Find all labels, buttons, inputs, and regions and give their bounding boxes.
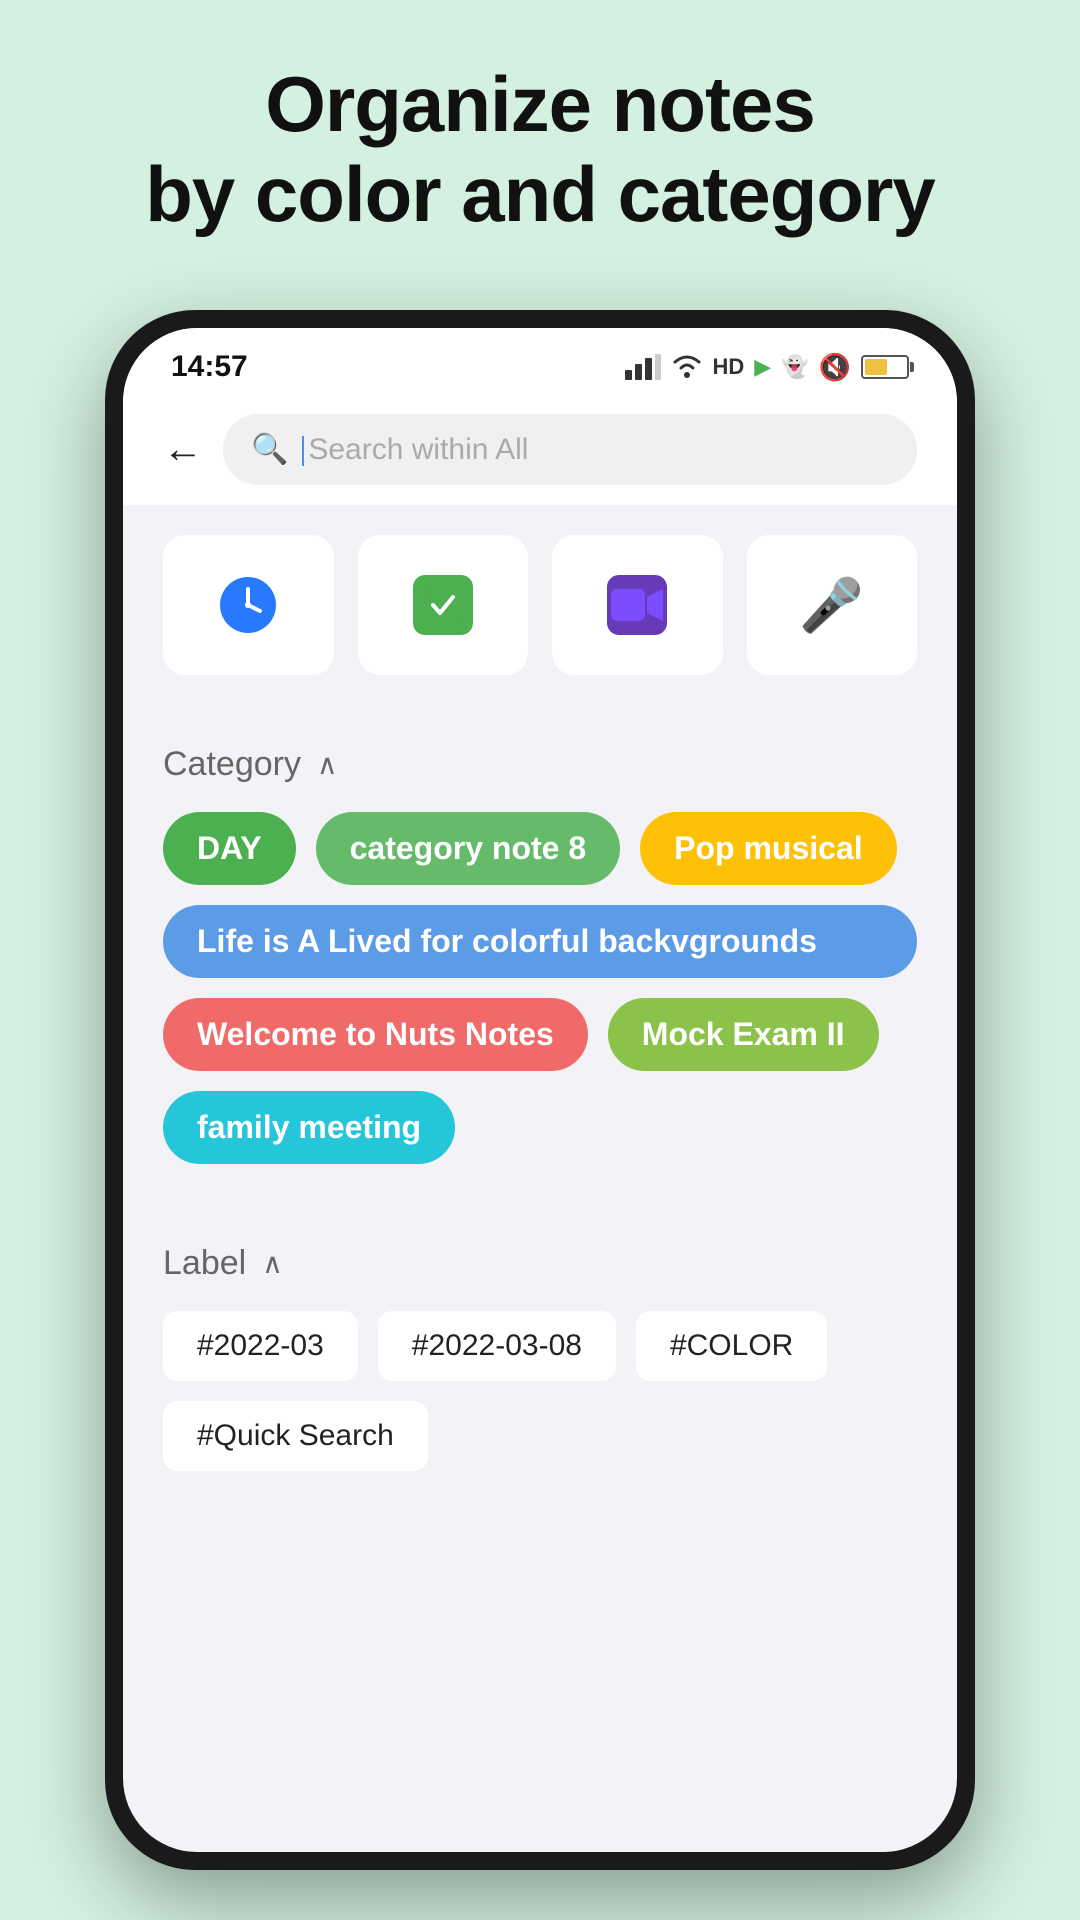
quick-icon-mic[interactable]: 🎤 bbox=[747, 535, 918, 675]
video-icon bbox=[607, 575, 667, 635]
label-tags: #2022-03 #2022-03-08 #COLOR #Quick Searc… bbox=[163, 1311, 917, 1471]
page-header: Organize notes by color and category bbox=[0, 0, 1080, 279]
signal-icon bbox=[625, 354, 661, 380]
cursor bbox=[302, 436, 304, 466]
label-chevron-icon[interactable]: ∧ bbox=[262, 1247, 283, 1280]
label-header: Label ∧ bbox=[163, 1244, 917, 1283]
mic-icon: 🎤 bbox=[799, 575, 864, 636]
category-chevron-icon[interactable]: ∧ bbox=[317, 748, 338, 781]
back-button[interactable]: ← bbox=[163, 427, 203, 472]
battery-icon bbox=[861, 355, 909, 379]
hd-label: HD bbox=[713, 354, 745, 380]
category-tag-welcome[interactable]: Welcome to Nuts Notes bbox=[163, 998, 588, 1071]
phone-screen: 14:57 HD ▶ bbox=[123, 328, 957, 1852]
search-bar-row: ← 🔍 Search within All bbox=[123, 394, 957, 505]
category-tag-family[interactable]: family meeting bbox=[163, 1091, 455, 1164]
search-input[interactable]: Search within All bbox=[302, 433, 889, 467]
header-line2: by color and category bbox=[145, 150, 935, 238]
status-bar: 14:57 HD ▶ bbox=[123, 328, 957, 394]
clock-icon bbox=[218, 575, 278, 635]
label-title: Label bbox=[163, 1244, 246, 1283]
search-icon: 🔍 bbox=[251, 432, 288, 467]
phone-frame: 14:57 HD ▶ bbox=[105, 310, 975, 1870]
task-icon bbox=[413, 575, 473, 635]
wifi-icon bbox=[671, 354, 703, 380]
search-bar[interactable]: 🔍 Search within All bbox=[223, 414, 917, 485]
category-title: Category bbox=[163, 745, 301, 784]
category-section: Category ∧ DAY category note 8 Pop music… bbox=[123, 725, 957, 1184]
category-tag-pop[interactable]: Pop musical bbox=[640, 812, 897, 885]
quick-icon-video[interactable] bbox=[552, 535, 723, 675]
play-icon: ▶ bbox=[754, 354, 771, 380]
category-tag-mock[interactable]: Mock Exam II bbox=[608, 998, 879, 1071]
label-tag-quick-search[interactable]: #Quick Search bbox=[163, 1401, 428, 1471]
label-tag-color[interactable]: #COLOR bbox=[636, 1311, 827, 1381]
category-tag-life[interactable]: Life is A Lived for colorful backvground… bbox=[163, 905, 917, 978]
category-tag-day[interactable]: DAY bbox=[163, 812, 296, 885]
status-time: 14:57 bbox=[171, 350, 248, 384]
label-tag-2022-03[interactable]: #2022-03 bbox=[163, 1311, 358, 1381]
label-section: Label ∧ #2022-03 #2022-03-08 #COLOR #Qui… bbox=[123, 1224, 957, 1481]
status-icons: HD ▶ 👻 🔇 bbox=[625, 352, 909, 383]
quick-icon-clock[interactable] bbox=[163, 535, 334, 675]
category-header: Category ∧ bbox=[163, 745, 917, 784]
category-tags: DAY category note 8 Pop musical Life is … bbox=[163, 812, 917, 1164]
category-tag-note8[interactable]: category note 8 bbox=[316, 812, 621, 885]
silent-icon: 🔇 bbox=[819, 352, 851, 383]
quick-icons-row: 🎤 bbox=[123, 505, 957, 695]
header-line1: Organize notes bbox=[265, 60, 814, 148]
label-tag-2022-03-08[interactable]: #2022-03-08 bbox=[378, 1311, 616, 1381]
quick-icon-task[interactable] bbox=[358, 535, 529, 675]
ghost-icon: 👻 bbox=[781, 354, 808, 380]
